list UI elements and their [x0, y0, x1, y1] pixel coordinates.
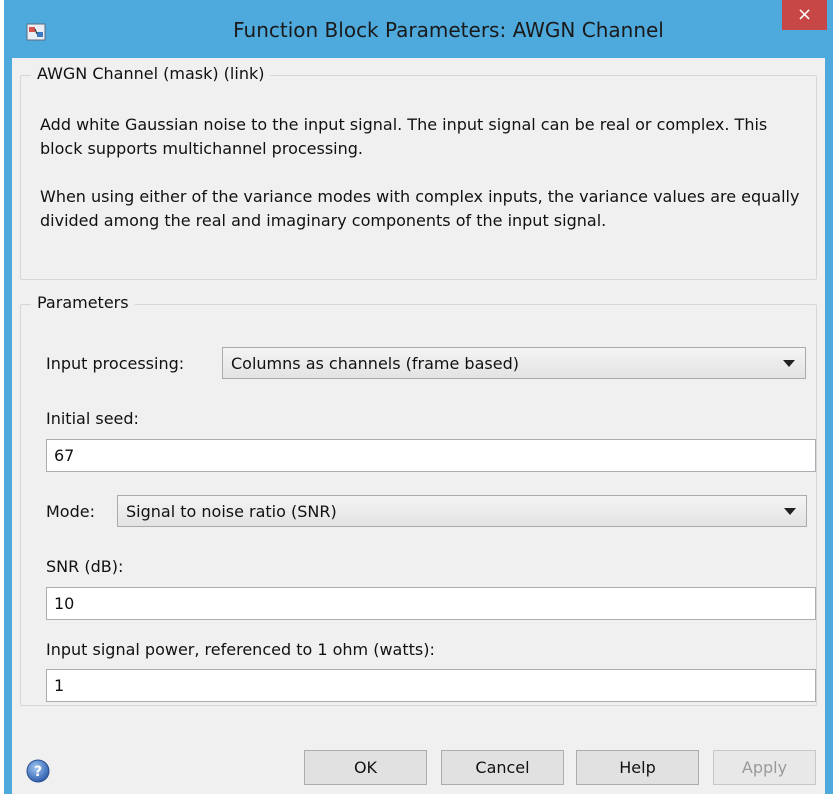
description-group-label: AWGN Channel (mask) (link) [31, 64, 271, 83]
input-processing-dropdown[interactable]: Columns as channels (frame based) [222, 347, 806, 379]
snr-field[interactable] [46, 587, 816, 620]
initial-seed-field[interactable] [46, 439, 816, 472]
description-text: Add white Gaussian noise to the input si… [40, 115, 768, 158]
svg-text:?: ? [34, 764, 42, 780]
initial-seed-label: Initial seed: [46, 409, 139, 428]
input-processing-label: Input processing: [46, 354, 185, 373]
cancel-button[interactable]: Cancel [441, 750, 564, 785]
mode-dropdown[interactable]: Signal to noise ratio (SNR) [117, 495, 807, 527]
chevron-down-icon [784, 508, 796, 515]
parameters-group: Parameters Input processing: Columns as … [20, 293, 817, 706]
mode-value: Signal to noise ratio (SNR) [126, 502, 337, 521]
snr-label: SNR (dB): [46, 557, 124, 576]
input-power-label: Input signal power, referenced to 1 ohm … [46, 640, 435, 659]
title-bar[interactable]: Function Block Parameters: AWGN Channel … [4, 0, 833, 58]
apply-button[interactable]: Apply [713, 750, 816, 785]
chevron-down-icon [783, 360, 795, 367]
input-power-field[interactable] [46, 669, 816, 702]
help-icon[interactable]: ? [26, 759, 50, 783]
input-processing-value: Columns as channels (frame based) [231, 354, 519, 373]
help-button[interactable]: Help [576, 750, 699, 785]
window-title: Function Block Parameters: AWGN Channel [233, 18, 664, 42]
ok-button[interactable]: OK [304, 750, 427, 785]
dialog-client-area: AWGN Channel (mask) (link) Add white Gau… [12, 58, 825, 794]
description-note: When using either of the variance modes … [40, 187, 800, 230]
close-button[interactable]: × [782, 0, 827, 30]
parameters-group-label: Parameters [31, 293, 135, 312]
dialog-window: Function Block Parameters: AWGN Channel … [4, 0, 833, 794]
description-group: AWGN Channel (mask) (link) Add white Gau… [20, 64, 817, 280]
mode-label: Mode: [46, 502, 95, 521]
